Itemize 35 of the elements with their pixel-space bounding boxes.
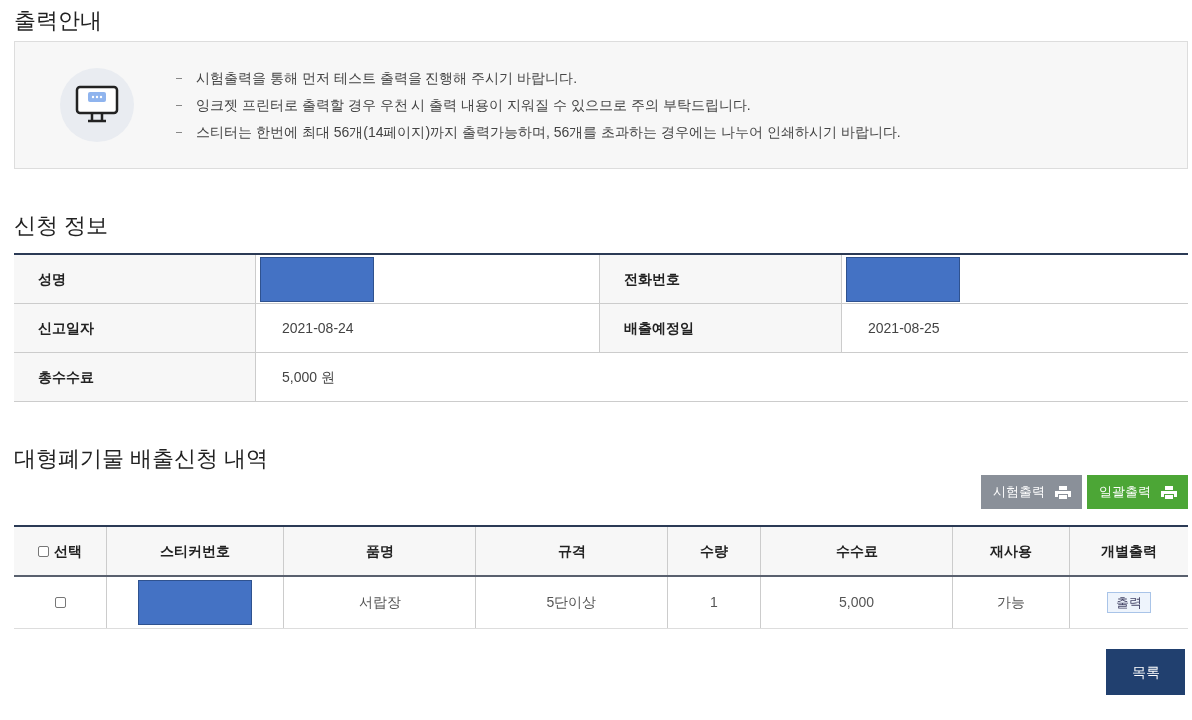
bullet-dash-icon [176, 131, 182, 133]
printer-icon [1160, 485, 1177, 499]
table-cell: 1 [668, 577, 761, 628]
field-label: 성명 [14, 255, 256, 303]
column-header: 품명 [365, 541, 394, 561]
checkbox[interactable] [38, 545, 49, 557]
section-title: 출력안내 [14, 7, 103, 35]
column-header: 규격 [557, 541, 586, 561]
field-label: 총수수료 [14, 353, 256, 401]
notice-text: 스티터는 한번에 최대 56개(14페이지)까지 출력가능하며, 56개를 초과하는 경우에는 나누어 인쇄하시기 바랍니다. [196, 122, 901, 142]
column-header: 개별출력 [1101, 541, 1157, 561]
field-label: 배출예정일 [600, 304, 842, 352]
table-cell: 5,000 [761, 577, 953, 628]
notice-text: 시험출력을 통해 먼저 테스트 출력을 진행해 주시기 바랍니다. [196, 68, 578, 88]
column-header: 재사용 [990, 541, 1032, 561]
print-button[interactable]: 출력 [1107, 592, 1151, 613]
table-cell: 서랍장 [284, 577, 476, 628]
column-header: 수량 [700, 541, 728, 561]
field-value: 5,000 원 [281, 367, 336, 387]
checkbox[interactable] [54, 597, 66, 608]
bullet-dash-icon [176, 104, 182, 106]
column-header: 수수료 [835, 541, 878, 561]
field-value: 2021-08-25 [867, 318, 941, 338]
notice-text: 잉크젯 프린터로 출력할 경우 우천 시 출력 내용이 지워질 수 있으므로 주의 부탁드립니다. [196, 95, 751, 115]
field-label: 전화번호 [600, 255, 842, 303]
bullet-dash-icon [176, 77, 182, 79]
section-title: 신청 정보 [14, 212, 110, 240]
section-title: 대형폐기물 배출신청 내역 [14, 445, 270, 473]
column-header: 선택 [54, 541, 82, 561]
list-button[interactable]: 목록 [1106, 649, 1185, 695]
printer-icon [1054, 485, 1071, 499]
column-header: 스티커번호 [160, 541, 230, 561]
table-cell: 가능 [953, 577, 1070, 628]
table-cell: 5단이상 [476, 577, 668, 628]
field-label: 신고일자 [14, 304, 256, 352]
